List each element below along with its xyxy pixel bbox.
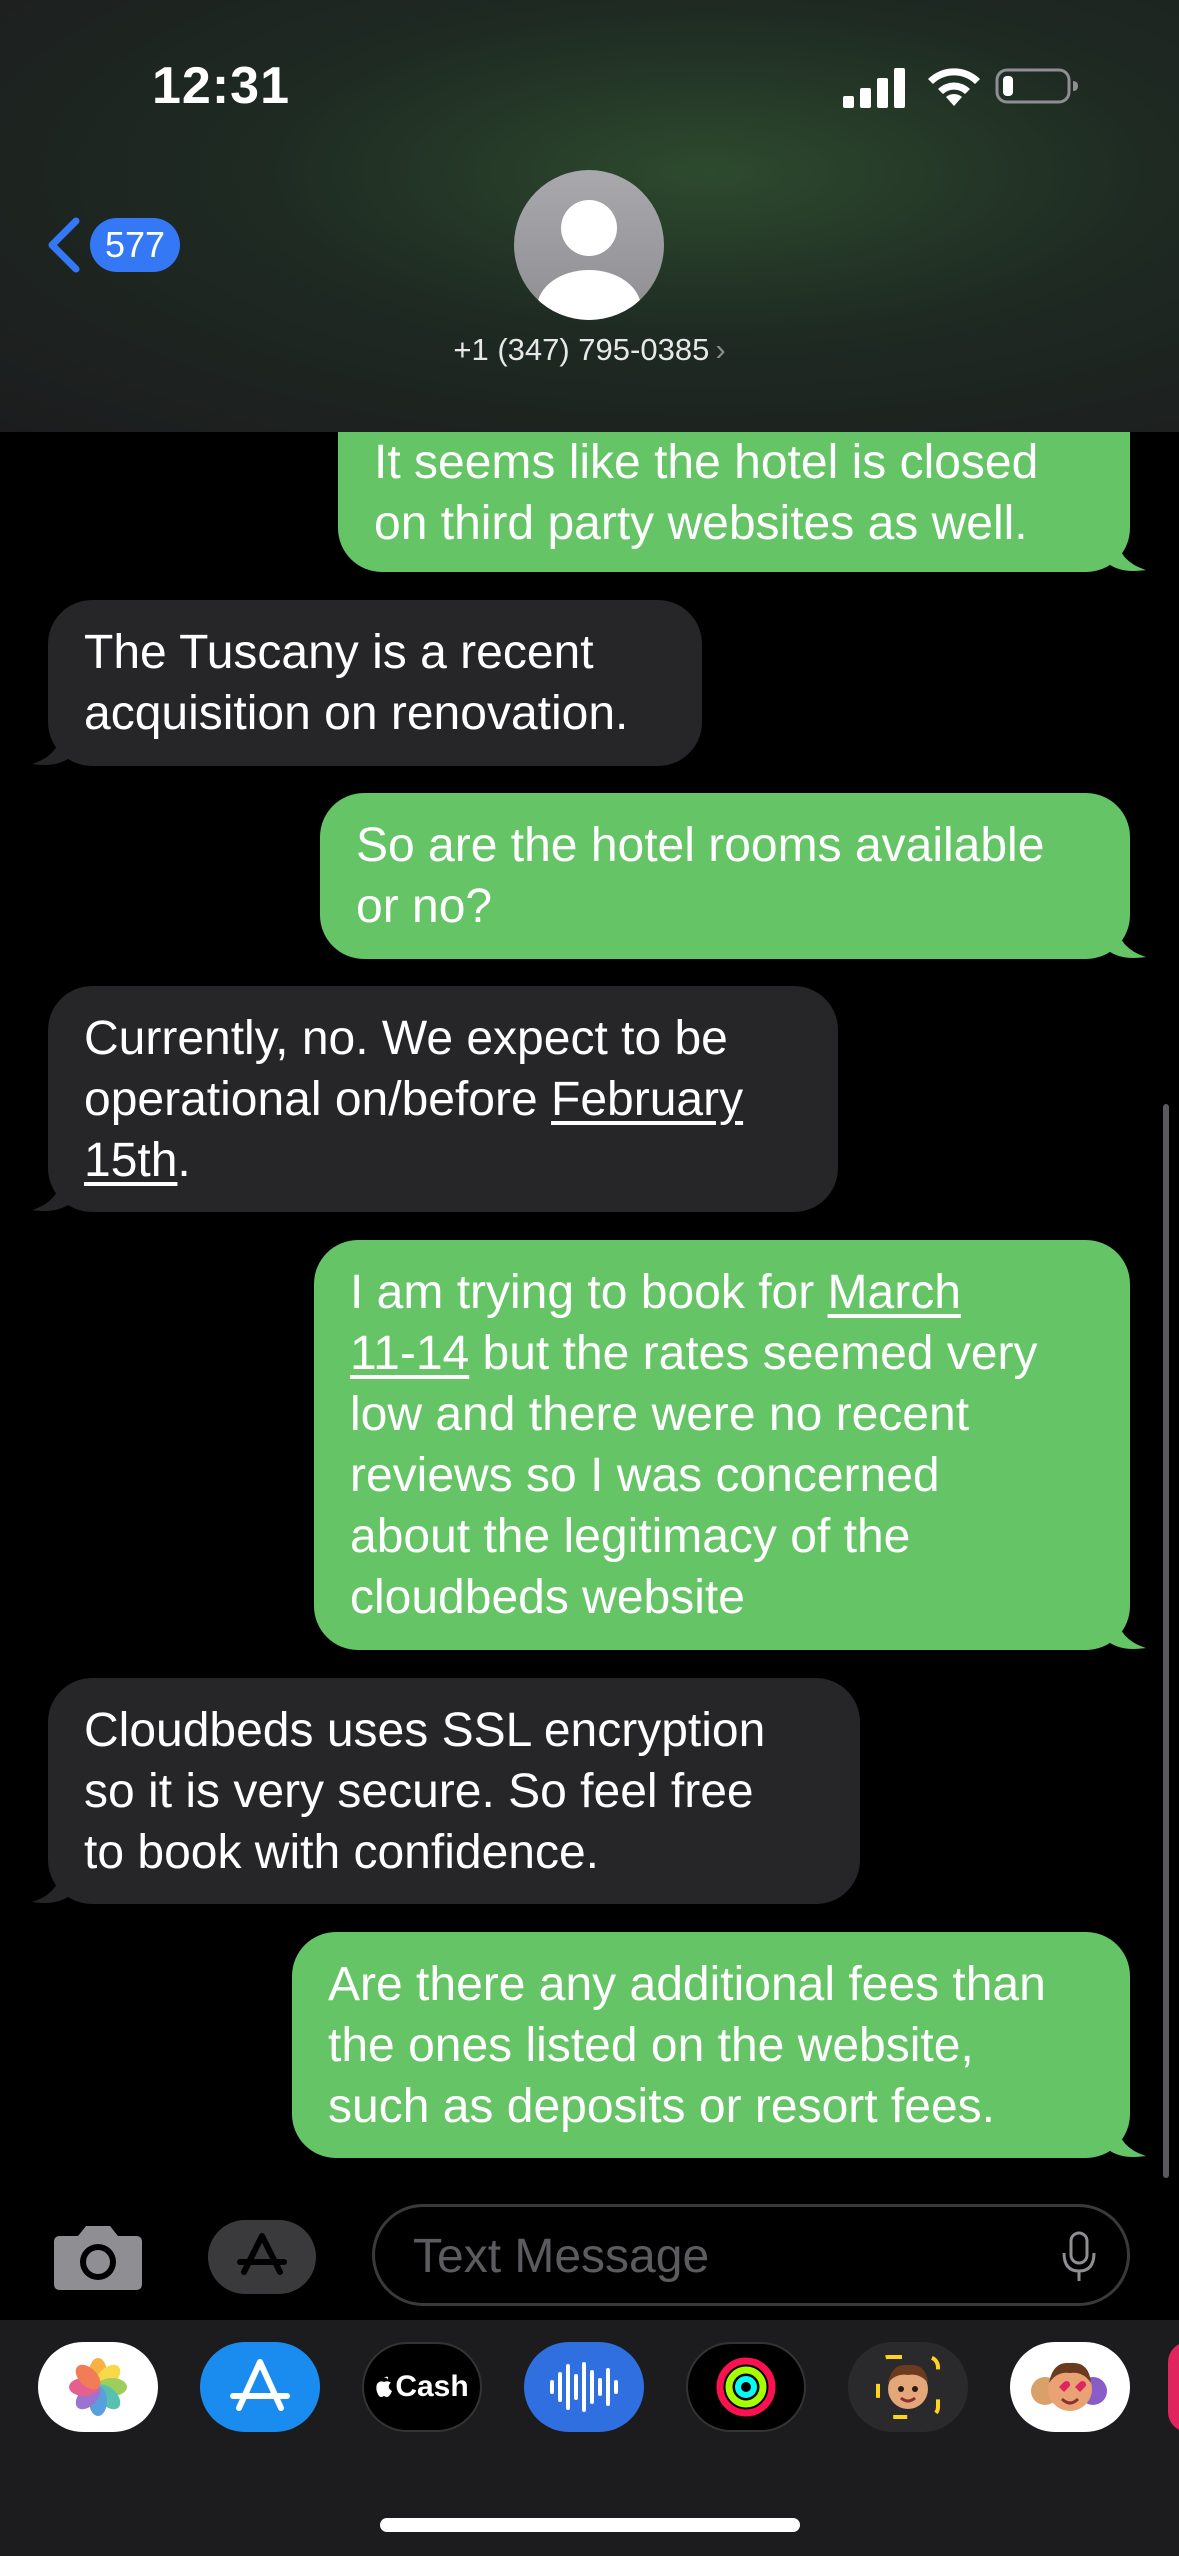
date-link[interactable]: March (828, 1266, 961, 1319)
message-line: on third party websites as well. (374, 497, 1028, 550)
wifi-icon (928, 68, 980, 106)
message-bubble-outgoing[interactable]: I am trying to book for March 11-14 but … (314, 1240, 1146, 1650)
home-indicator[interactable] (380, 2518, 800, 2532)
message-line: The Tuscany is a recent (84, 626, 594, 679)
message-bubble-outgoing[interactable]: It seems like the hotel is closed on thi… (338, 432, 1146, 572)
message-line: reviews so I was concerned (350, 1449, 940, 1502)
contact-avatar[interactable] (514, 170, 664, 320)
message-line: I am trying to book for March (350, 1262, 1094, 1323)
memoji-icon (876, 2355, 940, 2419)
apple-cash-label: Cash (395, 2370, 469, 2403)
message-line: So are the hotel rooms available (356, 819, 1045, 872)
battery-icon (995, 68, 1078, 104)
message-line: such as deposits or resort fees. (328, 2080, 995, 2133)
message-text: . (177, 1134, 191, 1187)
back-button[interactable]: 577 (44, 212, 180, 278)
apple-logo-icon (376, 2376, 393, 2397)
status-icons (843, 60, 1083, 110)
message-line: low and there were no recent (350, 1388, 970, 1441)
message-line: or no? (356, 880, 493, 933)
cellular-signal-icon (843, 68, 905, 108)
message-bubble-outgoing[interactable]: Are there any additional fees than the o… (292, 1932, 1146, 2158)
bubble-tail (32, 732, 72, 765)
message-text: operational on/before (84, 1073, 552, 1126)
text-message-field[interactable] (372, 2204, 1130, 2306)
message-line: It seems like the hotel is closed (374, 436, 1039, 489)
message-bubble-outgoing[interactable]: So are the hotel rooms available or no? (320, 793, 1146, 959)
status-time: 12:31 (152, 57, 290, 115)
bubble-tail (1106, 538, 1146, 571)
unread-count-badge: 577 (90, 218, 180, 272)
microphone-icon[interactable] (1061, 2231, 1097, 2283)
message-line: Currently, no. We expect to be (84, 1012, 728, 1065)
audio-waveform-icon (550, 2362, 618, 2412)
message-line: the ones listed on the website, (328, 2019, 974, 2072)
bubble-tail (1106, 2124, 1146, 2157)
contact-chevron-icon: › (715, 332, 726, 367)
message-line: so it is very secure. So feel free (84, 1765, 754, 1818)
bubble-tail (32, 1178, 72, 1211)
message-line: acquisition on renovation. (84, 687, 629, 740)
audio-message-app-button[interactable] (524, 2342, 644, 2432)
activity-app-button[interactable] (686, 2342, 806, 2432)
date-link[interactable]: February (551, 1073, 743, 1126)
apps-button[interactable] (208, 2220, 316, 2294)
photos-icon (69, 2358, 127, 2416)
message-line: to book with confidence. (84, 1826, 599, 1879)
bubble-tail (1106, 1616, 1146, 1649)
camera-icon[interactable] (52, 2222, 144, 2292)
message-line: Cloudbeds uses SSL encryption (84, 1704, 766, 1757)
memoji-stickers-icon (1031, 2362, 1107, 2411)
apple-cash-app-button[interactable]: Cash (362, 2342, 482, 2432)
message-text: I am trying to book for (350, 1266, 828, 1319)
date-link[interactable]: 15th (84, 1134, 177, 1187)
message-bubble-incoming[interactable]: Currently, no. We expect to be operation… (32, 986, 838, 1212)
conversation-header: 12:31 577 +1 (347) 795-0385 › (0, 0, 1179, 432)
text-message-input[interactable] (411, 2207, 1015, 2305)
activity-rings-icon (716, 2357, 776, 2417)
app-store-app-button[interactable] (200, 2342, 320, 2432)
contact-phone-number: +1 (347) 795-0385 (453, 332, 710, 367)
message-line: operational on/before February (84, 1069, 802, 1130)
message-text: but the rates seemed very (469, 1327, 1038, 1380)
more-apps-button[interactable] (1168, 2342, 1179, 2432)
message-line: Are there any additional fees than (328, 1958, 1046, 2011)
scrollbar[interactable] (1163, 1104, 1169, 2178)
app-store-icon (230, 2359, 290, 2411)
memoji-app-button[interactable] (848, 2342, 968, 2432)
bubble-tail (32, 1870, 72, 1903)
message-line: 15th. (84, 1130, 802, 1191)
app-store-icon (237, 2233, 287, 2275)
message-bubble-incoming[interactable]: The Tuscany is a recent acquisition on r… (32, 600, 702, 766)
chevron-left-icon (48, 217, 80, 273)
contact-name[interactable]: +1 (347) 795-0385 › (0, 332, 1179, 368)
message-line: cloudbeds website (350, 1571, 745, 1624)
message-line: 11-14 but the rates seemed very (350, 1323, 1094, 1384)
message-line: about the legitimacy of the (350, 1510, 911, 1563)
photos-app-button[interactable] (38, 2342, 158, 2432)
person-silhouette-icon (537, 200, 641, 320)
message-bubble-incoming[interactable]: Cloudbeds uses SSL encryption so it is v… (32, 1678, 860, 1904)
bubble-tail (1106, 925, 1146, 958)
date-link[interactable]: 11-14 (350, 1327, 469, 1380)
memoji-stickers-app-button[interactable] (1010, 2342, 1130, 2432)
